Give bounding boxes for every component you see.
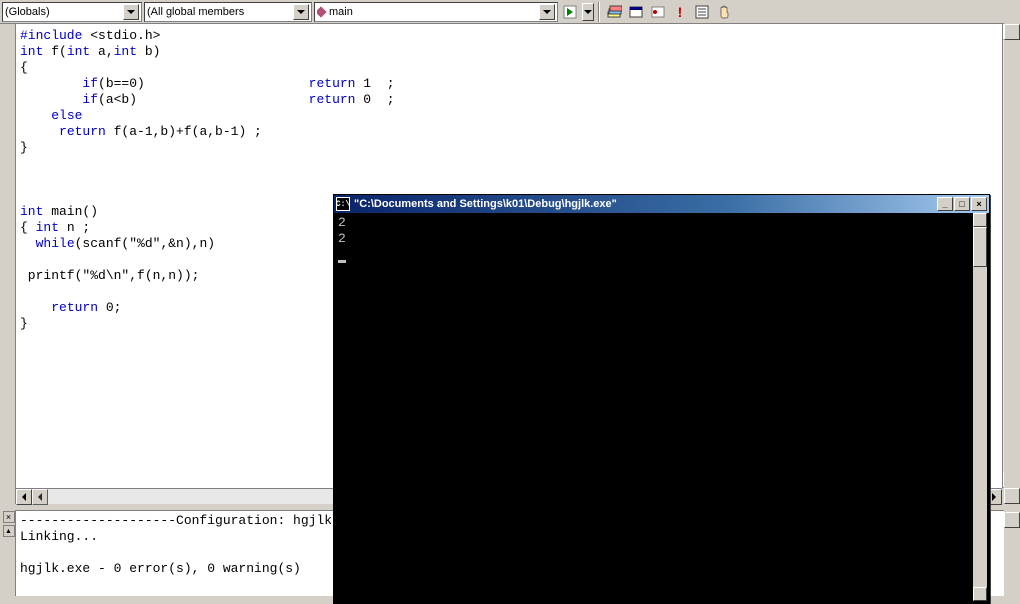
hand-button[interactable] <box>714 2 734 22</box>
console-window[interactable]: C:\ "C:\Documents and Settings\k01\Debug… <box>333 194 990 604</box>
bookmarks-button[interactable] <box>604 2 624 22</box>
breakpoint-button[interactable] <box>648 2 668 22</box>
function-dropdown-button[interactable] <box>539 4 555 20</box>
members-value: (All global members <box>147 6 291 18</box>
console-titlebar[interactable]: C:\ "C:\Documents and Settings\k01\Debug… <box>334 195 989 213</box>
output-line: hgjlk.exe - 0 error(s), 0 warning(s) <box>20 561 301 576</box>
go-dropdown[interactable] <box>582 3 594 21</box>
window-button[interactable] <box>626 2 646 22</box>
output-line: Linking... <box>20 529 98 544</box>
stack-icon <box>606 4 622 20</box>
console-icon: C:\ <box>336 197 350 211</box>
members-dropdown-button[interactable] <box>293 4 309 20</box>
exclaim-icon: ! <box>678 4 683 20</box>
scope-dropdown-button[interactable] <box>123 4 139 20</box>
close-button[interactable]: × <box>971 197 987 211</box>
function-value: main <box>329 6 353 18</box>
scope-value: (Globals) <box>5 6 121 18</box>
outer-scroll-down-2[interactable] <box>1004 488 1020 504</box>
maximize-button[interactable]: □ <box>954 197 970 211</box>
scroll-left-button-2[interactable] <box>32 489 48 505</box>
console-line: 2 <box>338 215 346 230</box>
list-button[interactable] <box>692 2 712 22</box>
console-cursor <box>338 260 346 263</box>
console-scroll-thumb[interactable] <box>973 227 987 267</box>
outer-scroll-up-2[interactable] <box>1004 512 1020 528</box>
console-scroll-up[interactable] <box>973 213 987 227</box>
members-dropdown[interactable]: (All global members <box>144 2 312 22</box>
hand-icon <box>716 4 732 20</box>
output-pin-button[interactable]: ▲ <box>3 525 15 537</box>
console-scroll-down[interactable] <box>973 587 987 601</box>
go-icon <box>562 4 578 20</box>
outer-vscroll <box>1004 0 1020 596</box>
go-button[interactable] <box>560 2 580 22</box>
window-icon <box>628 4 644 20</box>
breakpoint-icon <box>650 4 666 20</box>
wizard-toolbar: (Globals) (All global members main ! <box>0 0 1020 24</box>
console-output[interactable]: 2 2 <box>336 213 973 601</box>
scope-dropdown[interactable]: (Globals) <box>2 2 142 22</box>
exclaim-button[interactable]: ! <box>670 2 690 22</box>
console-vscroll[interactable] <box>973 213 987 601</box>
function-dropdown[interactable]: main <box>314 2 558 22</box>
toolbar-separator <box>598 2 600 22</box>
console-line: 2 <box>338 231 346 246</box>
output-close-button[interactable]: × <box>3 511 15 523</box>
list-icon <box>694 4 710 20</box>
output-gutter: × ▲ <box>2 510 16 596</box>
scroll-left-button[interactable] <box>16 489 32 505</box>
minimize-button[interactable]: _ <box>937 197 953 211</box>
console-title-text: "C:\Documents and Settings\k01\Debug\hgj… <box>354 198 937 210</box>
function-icon <box>317 6 327 17</box>
output-line: --------------------Configuration: hgjlk <box>20 513 332 528</box>
outer-scroll-up[interactable] <box>1004 24 1020 40</box>
editor-gutter <box>2 24 16 504</box>
